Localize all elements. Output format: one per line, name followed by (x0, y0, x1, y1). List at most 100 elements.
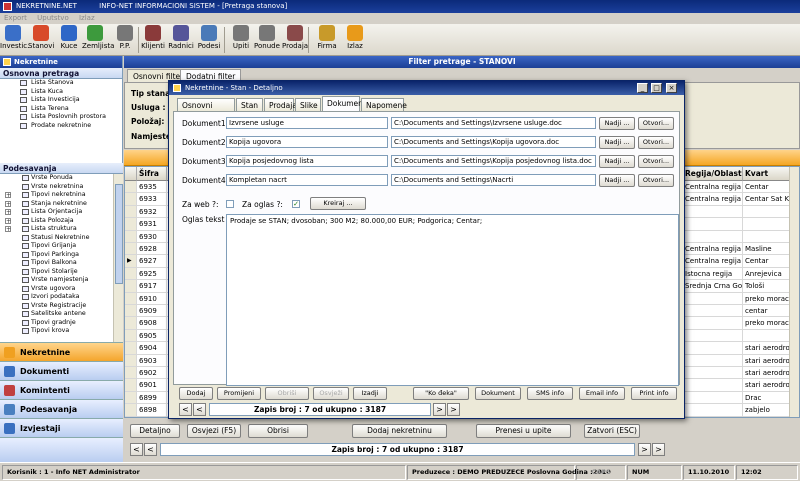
cell-sifra[interactable]: 6904 (137, 342, 167, 355)
cell-sifra[interactable]: 6931 (137, 218, 167, 231)
cell-sifra[interactable]: 6930 (137, 230, 167, 243)
toolbar-investic-button[interactable]: Investic. (0, 25, 29, 55)
next-record-button[interactable]: > (638, 443, 651, 456)
cell-regija[interactable] (683, 391, 743, 405)
cell-kvart[interactable] (743, 205, 791, 219)
cell-regija[interactable] (683, 342, 743, 355)
tree-item-tipovi-balkona[interactable]: Tipovi Balkona (0, 259, 113, 268)
cell-sifra[interactable]: 6928 (137, 243, 167, 256)
cell-regija[interactable]: Centralna regija (683, 181, 743, 194)
detaljno-button[interactable]: Detaljno (130, 424, 180, 438)
cell-kvart[interactable] (743, 218, 791, 231)
cell-kvart[interactable]: preko morace (743, 292, 791, 305)
nav-dokumenti-button[interactable]: Dokumenti (0, 361, 123, 380)
cell-sifra[interactable]: 6909 (137, 305, 167, 318)
cell-regija[interactable]: Centralna regija (683, 243, 743, 256)
find-document-button[interactable]: Nadji ... (599, 155, 635, 168)
tree-item-prodate-nekretnine[interactable]: Prodate nekretnine (0, 122, 122, 131)
cell-regija[interactable] (683, 292, 743, 305)
cell-sifra[interactable]: 6908 (137, 317, 167, 330)
cell-sifra[interactable]: 6910 (137, 292, 167, 305)
cell-sifra[interactable]: 6903 (137, 354, 167, 367)
dialog-last-button[interactable]: > (447, 403, 460, 416)
cell-sifra[interactable]: 6917 (137, 280, 167, 293)
cell-sifra[interactable]: 6898 (137, 404, 167, 417)
cell-kvart[interactable]: Centar (743, 255, 791, 268)
document-path-input[interactable]: C:\Documents and Settings\Izvrsene uslug… (391, 117, 596, 129)
cell-kvart[interactable]: centar (743, 305, 791, 318)
cell-regija[interactable] (683, 230, 743, 243)
tree-item-satelitske-antene[interactable]: Satelitske antene (0, 310, 113, 319)
print-info-button[interactable]: Print info (631, 387, 677, 400)
tree-item-lista-orjentacija[interactable]: + Lista Orjentacija (0, 208, 113, 217)
cell-sifra[interactable]: 6902 (137, 367, 167, 380)
izadji-button[interactable]: Izadji (353, 387, 387, 400)
dialog-first-button[interactable]: < (193, 403, 206, 416)
oglas-text-area[interactable]: Prodaje se STAN; dvosoban; 300 M2; 80.00… (226, 214, 679, 386)
nav-nekretnine-button[interactable]: Nekretnine (0, 342, 123, 361)
expand-icon[interactable]: + (5, 226, 11, 233)
dokument-button[interactable]: Dokument (475, 387, 521, 400)
menu-izlaz[interactable]: Izlaz (79, 14, 95, 22)
section-podesavanja[interactable]: Podesavanja (0, 163, 123, 174)
open-document-button[interactable]: Otvori... (638, 136, 674, 149)
cell-regija[interactable] (683, 218, 743, 231)
prenesi-u-upite-button[interactable]: Prenesi u upite (476, 424, 571, 438)
close-icon[interactable]: × (666, 83, 677, 93)
tree-item-lista-terena[interactable]: Lista Terena (0, 105, 122, 114)
document-name-input[interactable]: Kompletan nacrt (226, 174, 388, 186)
promijeni-button[interactable]: Promijeni (217, 387, 261, 400)
dialog-prev-button[interactable]: < (179, 403, 192, 416)
tab-napomene[interactable]: Napomene (361, 98, 407, 111)
nav-overflow[interactable] (0, 437, 123, 462)
tree-item-vrste-ponuda[interactable]: Vrste Ponuda (0, 174, 113, 183)
cell-kvart[interactable]: stari aerodrom (743, 354, 791, 367)
cell-regija[interactable] (683, 379, 743, 392)
cell-kvart[interactable]: stari aerodrom (743, 379, 791, 392)
cell-sifra[interactable]: 6899 (137, 391, 167, 405)
cell-sifra[interactable]: 6925 (137, 267, 167, 281)
toolbar-kuce-button[interactable]: Kuce (56, 25, 82, 55)
find-document-button[interactable]: Nadji ... (599, 136, 635, 149)
cell-regija[interactable]: Istocna regija (683, 267, 743, 281)
sms-info-button[interactable]: SMS info (527, 387, 573, 400)
cell-kvart[interactable]: Anrejevica (743, 267, 791, 281)
osvjezi-button[interactable]: Osvjezi (F5) (187, 424, 241, 438)
tree-item-tipovi-krova[interactable]: Tipovi krova (0, 327, 113, 336)
tree-item-izvori-podataka[interactable]: Izvori podataka (0, 293, 113, 302)
tab-osnovni-podaci[interactable]: Osnovni podaci (177, 98, 235, 123)
maximize-icon[interactable]: □ (651, 83, 662, 93)
cell-sifra[interactable]: 6905 (137, 329, 167, 343)
cell-regija[interactable] (683, 317, 743, 330)
toolbar-ponude-button[interactable]: Ponude (254, 25, 280, 55)
za-oglas-checkbox[interactable]: ✓ (292, 200, 300, 208)
left-scrollbar[interactable] (113, 174, 123, 342)
first-record-button[interactable]: < (144, 443, 157, 456)
tree-item-stanja-nekretnine[interactable]: + Stanja nekretnine (0, 200, 113, 209)
toolbar-radnici-button[interactable]: Radnici (168, 25, 194, 55)
cell-regija[interactable] (683, 404, 743, 417)
document-path-input[interactable]: C:\Documents and Settings\Kopija ugovora… (391, 136, 596, 148)
document-name-input[interactable]: Kopija ugovora (226, 136, 388, 148)
tree-item-lista-polozaja[interactable]: + Lista Polozaja (0, 217, 113, 226)
tab-dokumenti[interactable]: Dokumenti (322, 96, 368, 111)
dodaj-button[interactable]: Dodaj (179, 387, 213, 400)
open-document-button[interactable]: Otvori... (638, 174, 674, 187)
cell-sifra[interactable]: 6901 (137, 379, 167, 392)
expand-icon[interactable]: + (5, 192, 11, 199)
email-info-button[interactable]: Email info (579, 387, 625, 400)
cell-kvart[interactable] (743, 329, 791, 343)
open-document-button[interactable]: Otvori... (638, 155, 674, 168)
section-osnovna-pretraga[interactable]: Osnovna pretraga (0, 68, 122, 79)
nav-izvjestaji-button[interactable]: Izvjestaji (0, 418, 123, 437)
open-document-button[interactable]: Otvori... (638, 117, 674, 130)
dodaj-nekretninu-button[interactable]: Dodaj nekretninu (352, 424, 447, 438)
ko-eka-button[interactable]: "Ko đeka" (413, 387, 469, 400)
tree-item-tipovi-nekretnina[interactable]: + Tipovi nekretnina (0, 191, 113, 200)
osvjezi-button[interactable]: Osvježi (313, 387, 349, 400)
cell-regija[interactable]: Centralna regija (683, 255, 743, 268)
find-document-button[interactable]: Nadji ... (599, 174, 635, 187)
toolbar-p-p-button[interactable]: P.P. (112, 25, 138, 55)
minimize-icon[interactable]: _ (637, 83, 648, 93)
kreiraj-button[interactable]: Kreiraj ... (310, 197, 366, 210)
